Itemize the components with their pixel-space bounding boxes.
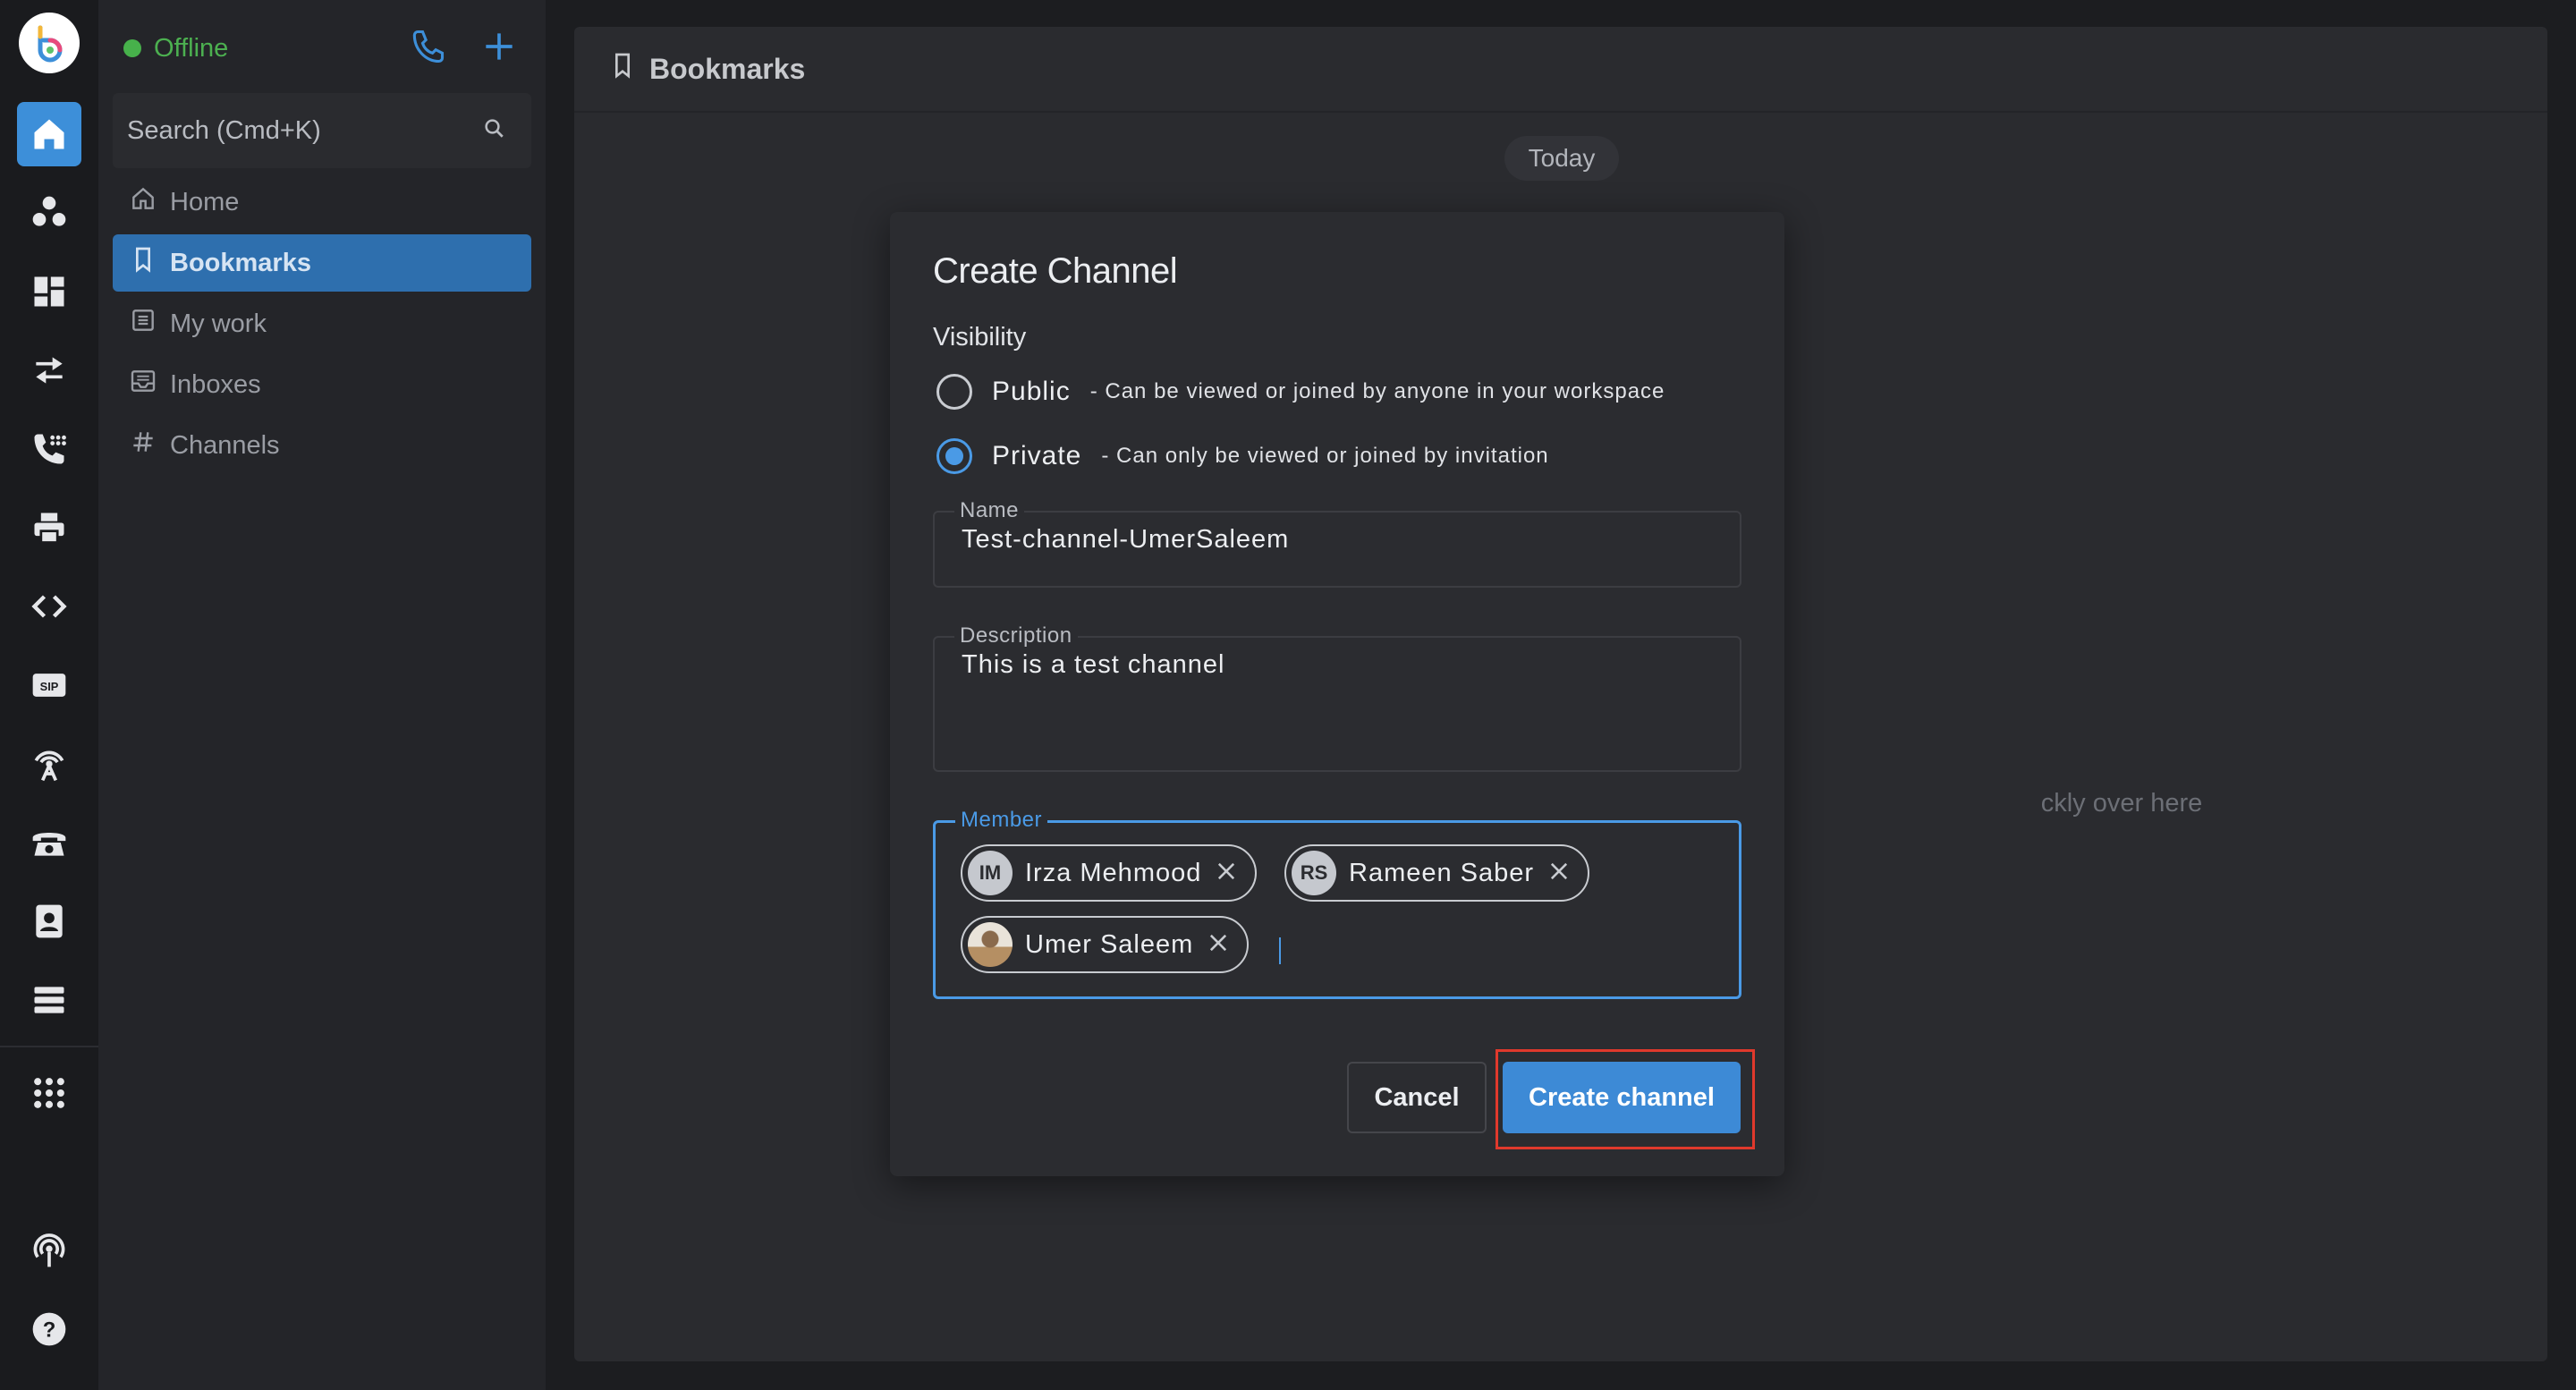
code-icon[interactable] bbox=[17, 574, 81, 639]
sidebar-item-label: Inboxes bbox=[170, 369, 261, 399]
avatar: RS bbox=[1292, 851, 1336, 895]
text-cursor bbox=[1279, 937, 1281, 964]
close-icon[interactable] bbox=[1206, 930, 1231, 960]
member-field[interactable]: Member IM Irza Mehmood RS Rameen Saber U… bbox=[933, 808, 1741, 999]
description-input[interactable]: This is a test channel bbox=[962, 650, 1224, 680]
search-input[interactable] bbox=[127, 115, 481, 146]
member-name: Irza Mehmood bbox=[1025, 858, 1202, 887]
sidebar-nav: Home Bookmarks My work Inboxes Channels bbox=[113, 174, 531, 478]
help-icon[interactable]: ? bbox=[17, 1297, 81, 1361]
bookmark-icon bbox=[129, 245, 157, 281]
name-field-label: Name bbox=[954, 498, 1025, 523]
presence-status[interactable]: Offline bbox=[123, 29, 228, 68]
add-icon[interactable] bbox=[479, 27, 519, 71]
hash-icon bbox=[129, 428, 157, 463]
member-chip: Umer Saleem bbox=[961, 916, 1250, 973]
empty-state-text: ckly over here bbox=[2040, 789, 2203, 818]
public-label: Public bbox=[992, 377, 1071, 406]
sip-icon[interactable]: SIP bbox=[17, 653, 81, 717]
transfer-icon[interactable] bbox=[17, 338, 81, 403]
visibility-public-option[interactable]: Public - Can be viewed or joined by anyo… bbox=[936, 374, 1665, 410]
member-chip: IM Irza Mehmood bbox=[961, 844, 1258, 902]
sidebar-item-label: Home bbox=[170, 187, 240, 216]
private-radio[interactable] bbox=[936, 438, 972, 474]
sidebar-item-bookmarks[interactable]: Bookmarks bbox=[113, 234, 531, 292]
create-channel-button[interactable]: Create channel bbox=[1503, 1062, 1741, 1133]
home-outline-icon bbox=[129, 184, 157, 220]
icon-rail: SIP ? bbox=[0, 0, 98, 1390]
phone-dialpad-icon[interactable] bbox=[17, 417, 81, 481]
sidebar-item-label: Bookmarks bbox=[170, 248, 311, 277]
member-chip: RS Rameen Saber bbox=[1284, 844, 1590, 902]
description-field-label: Description bbox=[954, 623, 1078, 648]
visibility-private-option[interactable]: Private - Can only be viewed or joined b… bbox=[936, 438, 1549, 474]
sidebar-item-my-work[interactable]: My work bbox=[113, 295, 531, 352]
status-label: Offline bbox=[154, 33, 229, 63]
task-list-icon bbox=[129, 306, 157, 342]
bookmark-icon bbox=[608, 51, 637, 87]
page-header: Bookmarks bbox=[574, 27, 2547, 113]
antenna-icon[interactable] bbox=[17, 732, 81, 796]
sidebar-item-inboxes[interactable]: Inboxes bbox=[113, 356, 531, 413]
search-box bbox=[113, 93, 531, 168]
desk-phone-icon[interactable] bbox=[17, 810, 81, 875]
rail-divider bbox=[0, 1046, 98, 1047]
close-icon[interactable] bbox=[1546, 859, 1572, 888]
name-field[interactable]: Name Test-channel-UmerSaleem bbox=[933, 498, 1741, 588]
server-icon[interactable] bbox=[17, 968, 81, 1032]
logo-icon[interactable] bbox=[19, 13, 80, 73]
sidebar-item-label: Channels bbox=[170, 430, 280, 460]
member-field-label: Member bbox=[955, 808, 1048, 833]
sidebar-item-label: My work bbox=[170, 309, 267, 338]
search-icon[interactable] bbox=[481, 115, 508, 147]
dashboard-icon[interactable] bbox=[17, 259, 81, 324]
member-name: Rameen Saber bbox=[1349, 858, 1535, 887]
page-title: Bookmarks bbox=[649, 52, 806, 85]
private-description: - Can only be viewed or joined by invita… bbox=[1101, 444, 1549, 468]
public-description: - Can be viewed or joined by anyone in y… bbox=[1089, 379, 1665, 403]
svg-text:SIP: SIP bbox=[40, 680, 59, 693]
dialog-title: Create Channel bbox=[933, 251, 1178, 291]
apps-grid-icon[interactable] bbox=[17, 1061, 81, 1125]
close-icon[interactable] bbox=[1214, 859, 1239, 888]
sidebar: Offline Home Bookmarks bbox=[98, 0, 546, 1390]
avatar bbox=[968, 922, 1013, 967]
home-icon[interactable] bbox=[17, 102, 81, 166]
create-channel-dialog: Create Channel Visibility Public - Can b… bbox=[890, 212, 1784, 1176]
printer-icon[interactable] bbox=[17, 496, 81, 560]
private-label: Private bbox=[992, 441, 1082, 470]
people-icon[interactable] bbox=[17, 181, 81, 245]
call-icon[interactable] bbox=[408, 27, 447, 71]
status-dot-icon bbox=[123, 39, 141, 57]
podcast-icon[interactable] bbox=[17, 1218, 81, 1283]
sidebar-item-channels[interactable]: Channels bbox=[113, 417, 531, 474]
member-name: Umer Saleem bbox=[1025, 929, 1194, 959]
inbox-icon bbox=[129, 367, 157, 403]
public-radio[interactable] bbox=[936, 374, 972, 410]
avatar: IM bbox=[968, 851, 1013, 895]
name-input[interactable]: Test-channel-UmerSaleem bbox=[962, 525, 1289, 555]
svg-text:?: ? bbox=[43, 1318, 56, 1342]
date-separator: Today bbox=[1504, 136, 1619, 181]
description-field[interactable]: Description This is a test channel bbox=[933, 623, 1741, 772]
sidebar-item-home[interactable]: Home bbox=[113, 174, 531, 231]
visibility-label: Visibility bbox=[933, 323, 1027, 352]
contact-card-icon[interactable] bbox=[17, 889, 81, 954]
cancel-button[interactable]: Cancel bbox=[1347, 1062, 1487, 1133]
